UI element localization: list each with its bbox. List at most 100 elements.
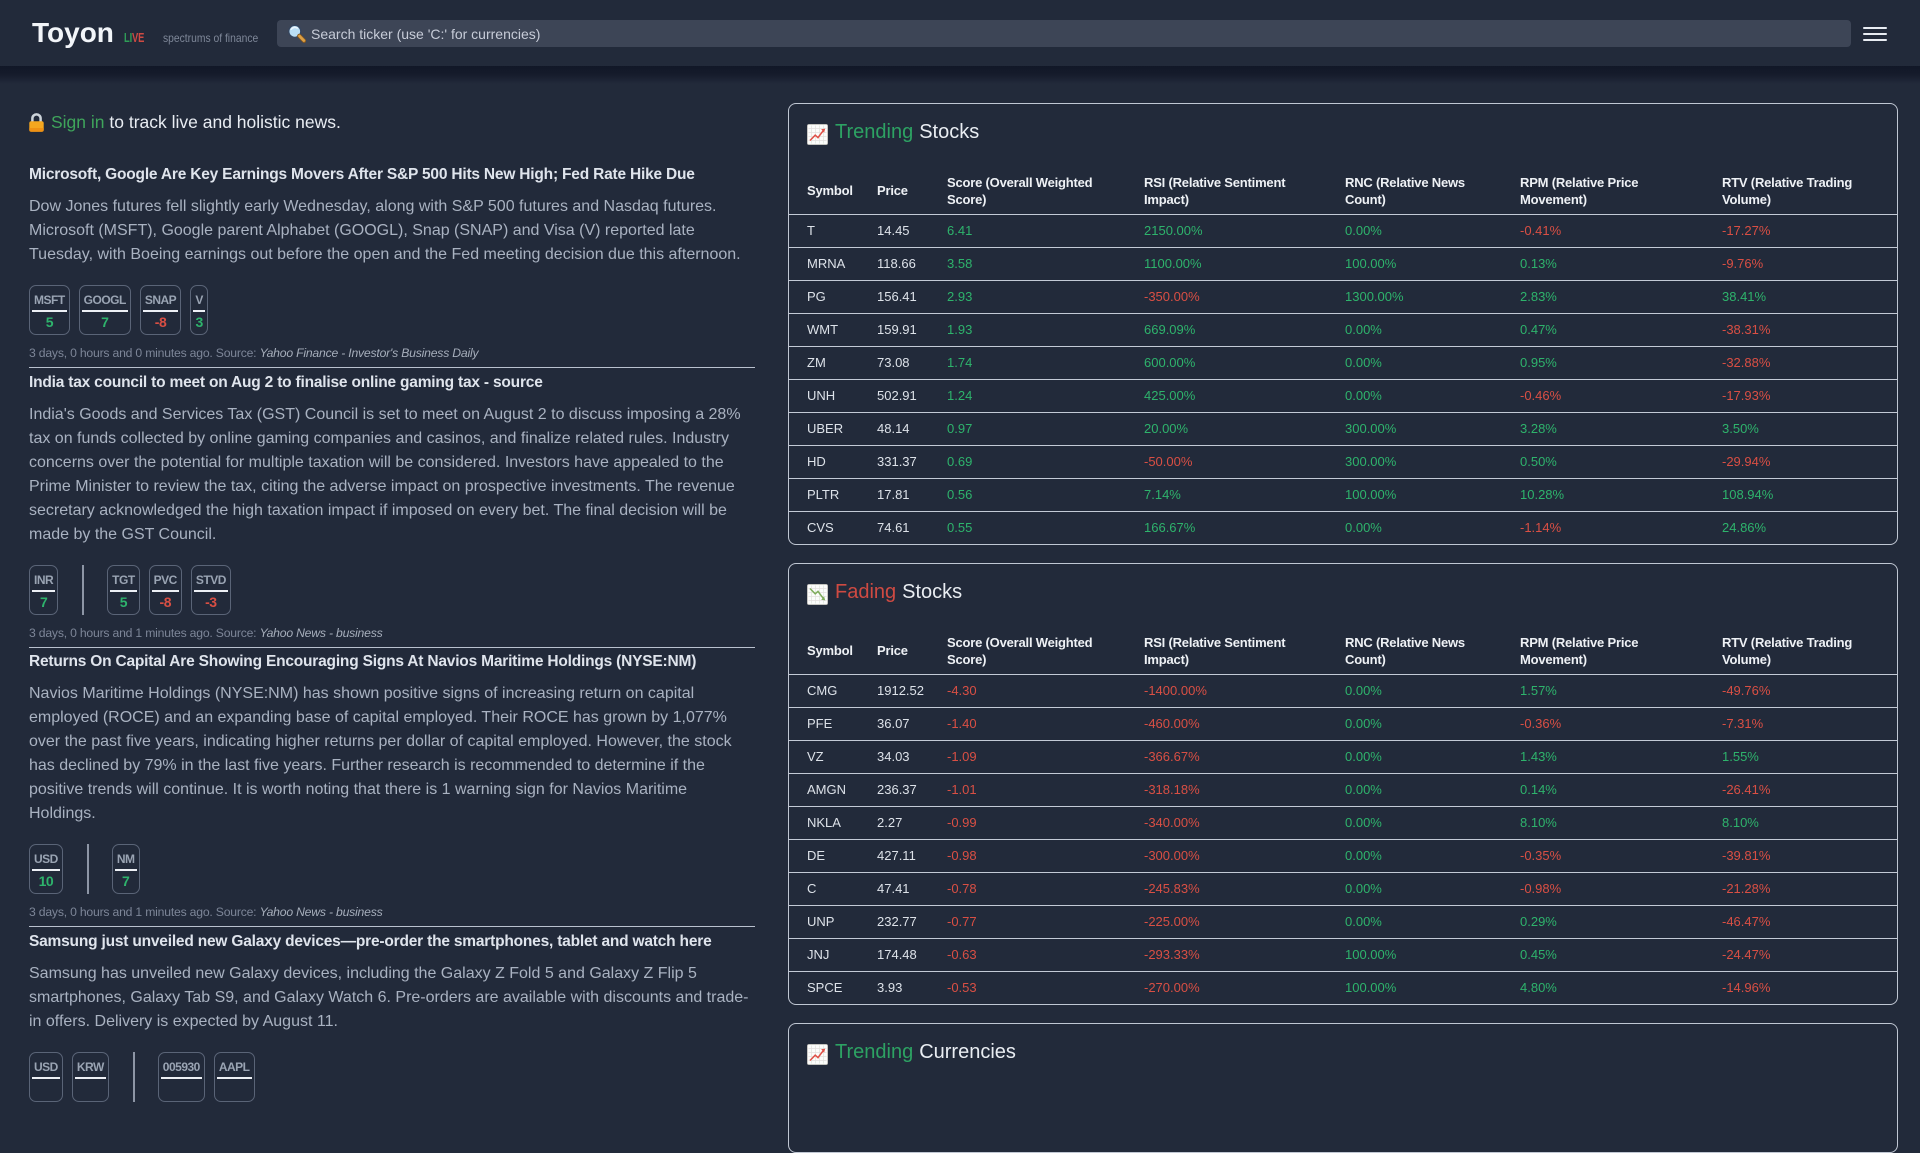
cell-symbol: MRNA (789, 247, 877, 280)
ticker-chip-MSFT[interactable]: MSFT5 (29, 285, 70, 335)
cell-score: -4.30 (947, 674, 1144, 707)
app-logo[interactable]: Toyon (32, 17, 114, 49)
cell-rsi: -245.83% (1144, 872, 1345, 905)
ticker-chip-NM[interactable]: NM7 (112, 844, 140, 894)
chip-ticker-label: PVC (154, 574, 177, 586)
table-row-SPCE[interactable]: SPCE3.93-0.53-270.00%100.00%4.80%-14.96% (789, 971, 1897, 1004)
news-item: India tax council to meet on Aug 2 to fi… (29, 368, 755, 648)
chip-ticker-label: V (195, 294, 203, 306)
news-body: India's Goods and Services Tax (GST) Cou… (29, 403, 755, 547)
table-row-JNJ[interactable]: JNJ174.48-0.63-293.33%100.00%0.45%-24.47… (789, 938, 1897, 971)
cell-rpm: 2.83% (1520, 280, 1722, 313)
cell-rsi: -366.67% (1144, 740, 1345, 773)
cell-rpm: 1.43% (1520, 740, 1722, 773)
cell-rpm: -0.41% (1520, 214, 1722, 247)
cell-symbol: JNJ (789, 938, 877, 971)
cell-score: -0.77 (947, 905, 1144, 938)
cell-rnc: 0.00% (1345, 511, 1520, 544)
table-row-C[interactable]: C47.41-0.78-245.83%0.00%-0.98%-21.28% (789, 872, 1897, 905)
table-row-PLTR[interactable]: PLTR17.810.567.14%100.00%10.28%108.94% (789, 478, 1897, 511)
ticker-chip-STVD[interactable]: STVD-3 (191, 565, 231, 615)
cell-symbol: T (789, 214, 877, 247)
card-title: FadingStocks (789, 564, 1897, 604)
table-row-CVS[interactable]: CVS74.610.55166.67%0.00%-1.14%24.86% (789, 511, 1897, 544)
ticker-chip-PVC[interactable]: PVC-8 (149, 565, 182, 615)
table-row-PG[interactable]: PG156.412.93-350.00%1300.00%2.83%38.41% (789, 280, 1897, 313)
column-header: RPM (Relative PriceMovement) (1520, 144, 1722, 214)
cell-rtv: -32.88% (1722, 346, 1897, 379)
table-row-AMGN[interactable]: AMGN236.37-1.01-318.18%0.00%0.14%-26.41% (789, 773, 1897, 806)
ticker-chip-SNAP[interactable]: SNAP-8 (140, 285, 181, 335)
chip-group-divider (87, 844, 89, 894)
ticker-chip-TGT[interactable]: TGT5 (107, 565, 140, 615)
table-row-CMG[interactable]: CMG1912.52-4.30-1400.00%0.00%1.57%-49.76… (789, 674, 1897, 707)
table-row-MRNA[interactable]: MRNA118.663.581100.00%100.00%0.13%-9.76% (789, 247, 1897, 280)
chip-sentiment-value: -3 (196, 595, 226, 609)
chip-divider-line (32, 1077, 60, 1079)
chip-ticker-label: INR (34, 574, 53, 586)
ticker-chip-AAPL[interactable]: AAPL (214, 1052, 255, 1102)
news-title[interactable]: India tax council to meet on Aug 2 to fi… (29, 372, 755, 393)
search-bar[interactable] (277, 20, 1851, 47)
ticker-chip-005930[interactable]: 005930 (158, 1052, 205, 1102)
card-title-accent: Trending (835, 1041, 913, 1064)
column-header: Price (877, 144, 947, 214)
table-row-UNH[interactable]: UNH502.911.24425.00%0.00%-0.46%-17.93% (789, 379, 1897, 412)
table-row-NKLA[interactable]: NKLA2.27-0.99-340.00%0.00%8.10%8.10% (789, 806, 1897, 839)
cell-rpm: 0.14% (1520, 773, 1722, 806)
top-navbar: Toyon LIVE spectrums of finance (0, 0, 1920, 66)
ticker-chips: USD KRW 005930AAPL (29, 1052, 755, 1102)
news-title[interactable]: Microsoft, Google Are Key Earnings Mover… (29, 164, 755, 185)
table-row-WMT[interactable]: WMT159.911.93669.09%0.00%0.47%-38.31% (789, 313, 1897, 346)
cell-rpm: -0.36% (1520, 707, 1722, 740)
table-row-DE[interactable]: DE427.11-0.98-300.00%0.00%-0.35%-39.81% (789, 839, 1897, 872)
ticker-chip-USD[interactable]: USD10 (29, 844, 63, 894)
ticker-chip-V[interactable]: V3 (190, 285, 208, 335)
cell-rtv: -21.28% (1722, 872, 1897, 905)
table-row-HD[interactable]: HD331.370.69-50.00%300.00%0.50%-29.94% (789, 445, 1897, 478)
table-row-UNP[interactable]: UNP232.77-0.77-225.00%0.00%0.29%-46.47% (789, 905, 1897, 938)
table-row-T[interactable]: T14.456.412150.00%0.00%-0.41%-17.27% (789, 214, 1897, 247)
ticker-chip-INR[interactable]: INR 7 (29, 565, 58, 615)
chip-ticker-label: KRW (77, 1061, 104, 1073)
signin-suffix: to track live and holistic news. (105, 112, 341, 132)
cell-rtv: 108.94% (1722, 478, 1897, 511)
news-body: Navios Maritime Holdings (NYSE:NM) has s… (29, 682, 755, 826)
cell-rtv: -17.27% (1722, 214, 1897, 247)
cell-price: 502.91 (877, 379, 947, 412)
news-title[interactable]: Returns On Capital Are Showing Encouragi… (29, 651, 755, 672)
chip-sentiment-value: 7 (34, 595, 53, 609)
ticker-chip-GOOGL[interactable]: GOOGL7 (79, 285, 131, 335)
search-icon (287, 24, 306, 43)
cell-rnc: 1300.00% (1345, 280, 1520, 313)
ticker-chip-USD[interactable]: USD (29, 1052, 63, 1102)
table-row-ZM[interactable]: ZM73.081.74600.00%0.00%0.95%-32.88% (789, 346, 1897, 379)
cell-symbol: VZ (789, 740, 877, 773)
chip-group-divider (82, 565, 84, 615)
chip-sentiment-value: 7 (117, 874, 135, 888)
cell-score: -0.53 (947, 971, 1144, 1004)
table-row-UBER[interactable]: UBER48.140.9720.00%300.00%3.28%3.50% (789, 412, 1897, 445)
menu-icon[interactable] (1863, 27, 1887, 42)
table-head: SymbolPriceScore (Overall WeightedScore)… (789, 144, 1897, 214)
cell-price: 14.45 (877, 214, 947, 247)
cell-symbol: C (789, 872, 877, 905)
column-header: RNC (Relative NewsCount) (1345, 144, 1520, 214)
chip-sentiment-value: 5 (112, 595, 135, 609)
table-row-VZ[interactable]: VZ34.03-1.09-366.67%0.00%1.43%1.55% (789, 740, 1897, 773)
cell-rsi: -460.00% (1144, 707, 1345, 740)
card-title: TrendingCurrencies (789, 1024, 1897, 1064)
cell-symbol: WMT (789, 313, 877, 346)
cell-rpm: 0.50% (1520, 445, 1722, 478)
news-title[interactable]: Samsung just unveiled new Galaxy devices… (29, 931, 755, 952)
cell-rtv: -17.93% (1722, 379, 1897, 412)
cell-rnc: 0.00% (1345, 773, 1520, 806)
cell-price: 2.27 (877, 806, 947, 839)
cell-score: 3.58 (947, 247, 1144, 280)
cell-price: 74.61 (877, 511, 947, 544)
fading-stocks-card: FadingStocksSymbolPriceScore (Overall We… (788, 563, 1898, 1005)
ticker-chip-KRW[interactable]: KRW (72, 1052, 109, 1102)
signin-link[interactable]: Sign in (51, 112, 105, 132)
search-input[interactable] (306, 20, 1851, 47)
table-row-PFE[interactable]: PFE36.07-1.40-460.00%0.00%-0.36%-7.31% (789, 707, 1897, 740)
